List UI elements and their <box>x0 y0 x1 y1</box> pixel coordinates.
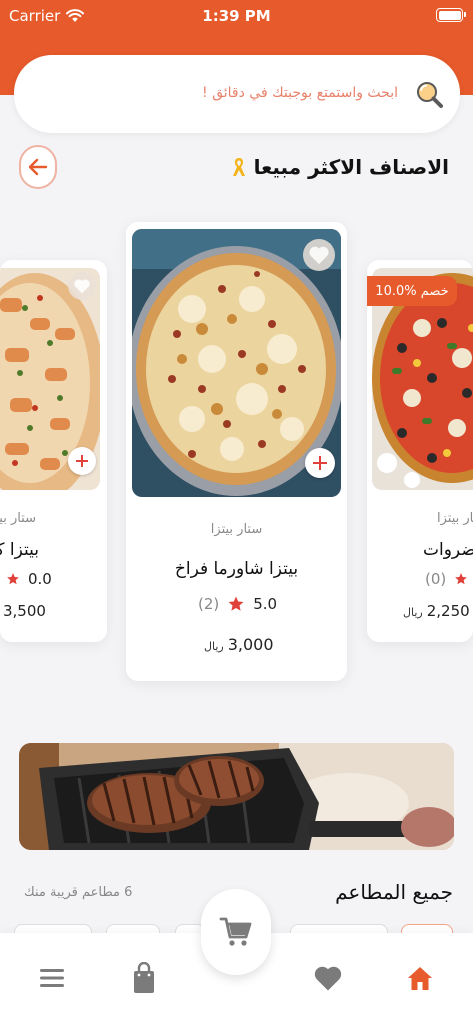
search-bar[interactable]: ابحث واستمتع بوجبتك في دقائق ! <box>14 55 460 133</box>
grilled-steak-image <box>19 743 454 850</box>
favorite-button[interactable] <box>303 239 335 271</box>
product-card-center[interactable]: ستار بيتزا بيتزا شاورما فراخ (2) 5.0 ريا… <box>126 222 347 681</box>
price: 3,500 <box>3 602 46 620</box>
product-card-left[interactable]: ستار بيتزا بيتزا كوكتيل 0.0 3,500 <box>0 260 107 642</box>
heart-icon <box>309 246 329 265</box>
price-value: 3,000 <box>227 635 274 654</box>
price: ريال 2,250 ر <box>403 602 473 620</box>
star-icon <box>228 596 244 611</box>
section-header: الاصناف الاكثر مبيعا <box>232 155 449 179</box>
currency: ريال <box>204 640 224 653</box>
favorite-button[interactable] <box>68 272 96 300</box>
product-name: خضروات <box>423 540 473 560</box>
star-icon <box>455 573 468 585</box>
menu-icon <box>40 969 64 987</box>
cart-button[interactable] <box>201 889 271 975</box>
bag-icon <box>134 962 154 993</box>
plus-icon <box>76 455 88 467</box>
plus-icon <box>313 456 327 470</box>
rating-count: (2) <box>198 595 220 613</box>
store-name: ستار بيتزا <box>437 511 473 526</box>
restaurants-title: جميع المطاعم <box>335 880 453 904</box>
promo-banner[interactable] <box>19 743 454 850</box>
section-title: الاصناف الاكثر مبيعا <box>253 155 449 179</box>
nav-favorites[interactable] <box>308 958 348 998</box>
cart-icon <box>219 917 252 946</box>
star-icon <box>7 573 19 585</box>
product-name: بيتزا شاورما فراخ <box>174 559 299 579</box>
store-name: ستار بيتزا <box>0 511 36 526</box>
rating-value: 0.0 <box>28 570 52 588</box>
search-icon <box>417 82 443 108</box>
restaurants-count: 6 مطاعم قريبة منك <box>24 885 133 900</box>
rating-value: 5.0 <box>253 595 278 613</box>
rating: 0.0 <box>6 570 52 588</box>
arrow-left-icon <box>28 158 48 176</box>
rating: (2) 5.0 <box>198 595 277 613</box>
home-icon <box>408 967 432 990</box>
heart-icon <box>314 966 342 991</box>
back-button[interactable] <box>19 145 57 189</box>
nav-orders[interactable] <box>124 958 164 998</box>
add-to-cart-button[interactable] <box>305 448 335 478</box>
status-bar: Carrier 1:39 PM <box>0 0 473 34</box>
discount-badge: 10.0% خصم <box>367 276 457 306</box>
price: ريال 3,000 <box>204 635 274 654</box>
rating-count: (0) <box>425 570 447 588</box>
store-name: ستار بيتزا <box>210 522 263 537</box>
search-placeholder: ابحث واستمتع بوجبتك في دقائق ! <box>202 85 398 101</box>
ribbon-icon <box>232 158 245 176</box>
product-name: بيتزا كوكتيل <box>0 540 39 560</box>
rating: (0) <box>425 570 468 588</box>
nav-home[interactable] <box>400 958 440 998</box>
price-value: 3,500 <box>3 602 46 620</box>
heart-icon <box>74 279 90 294</box>
currency: ريال <box>403 606 423 619</box>
clock: 1:39 PM <box>202 7 271 25</box>
add-to-cart-button[interactable] <box>68 447 96 475</box>
nav-menu[interactable] <box>32 958 72 998</box>
battery-icon <box>436 8 466 22</box>
product-card-right[interactable]: 10.0% خصم ستار بيتزا خضروات (0) ريال 2,2… <box>367 260 473 642</box>
price-value: 2,250 <box>426 602 470 620</box>
